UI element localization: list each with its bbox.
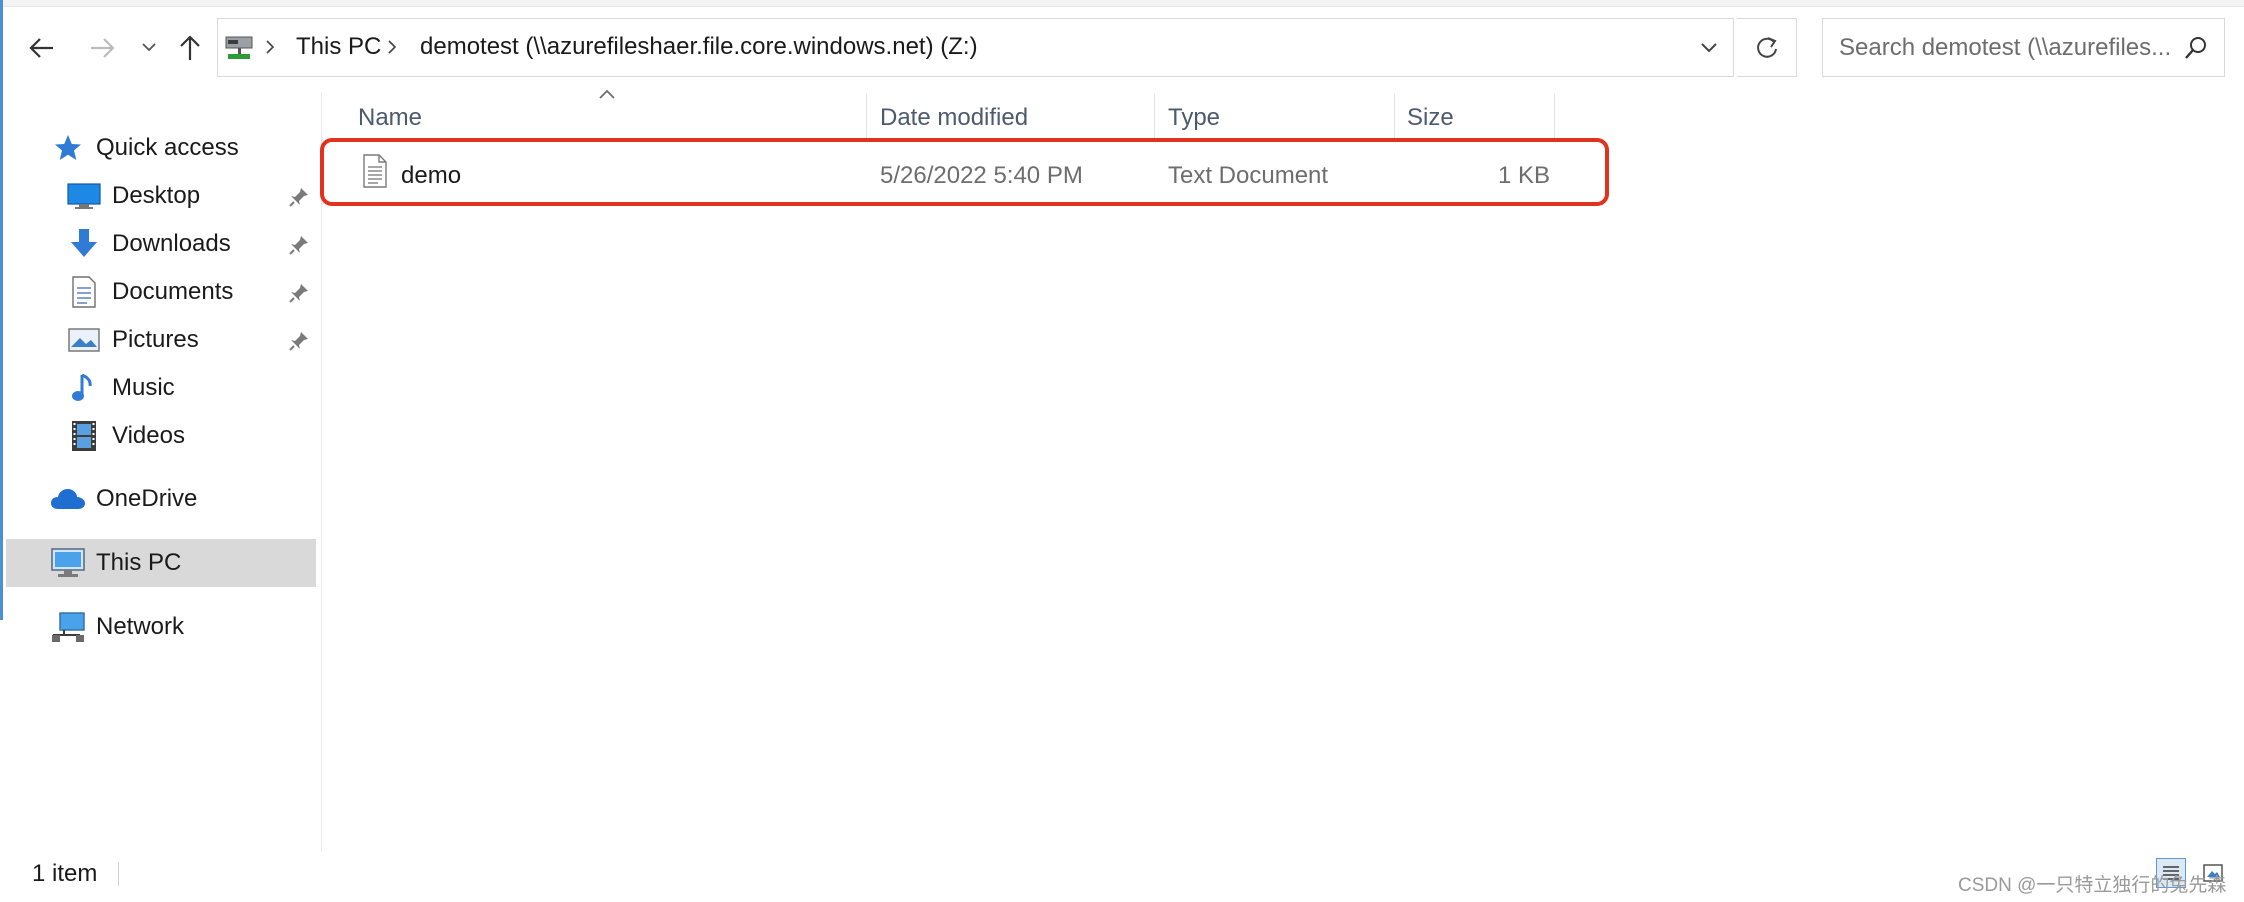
status-item-count: 1 item (32, 860, 98, 887)
nav-label-downloads: Downloads (112, 230, 231, 257)
window-top-edge (0, 0, 2244, 7)
nav-label-onedrive: OneDrive (96, 485, 198, 512)
search-icon[interactable] (2183, 35, 2209, 61)
nav-label-pictures: Pictures (112, 326, 199, 353)
refresh-icon (1756, 36, 1777, 58)
downloads-icon (66, 226, 102, 262)
recent-locations-button[interactable] (136, 34, 162, 60)
pictures-icon (66, 322, 102, 358)
nav-label-music: Music (112, 374, 175, 401)
nav-item-music[interactable]: Music (66, 370, 175, 406)
computer-icon (50, 545, 86, 581)
music-icon (66, 370, 102, 406)
forward-arrow-icon (91, 38, 115, 58)
window-left-accent (0, 0, 3, 620)
search-box[interactable]: Search demotest (\\azurefiles... (1822, 18, 2225, 77)
nav-item-desktop[interactable]: Desktop (66, 178, 200, 214)
documents-icon (66, 274, 102, 310)
breadcrumb-separator-icon (264, 38, 276, 56)
nav-item-pictures[interactable]: Pictures (66, 322, 199, 358)
search-input[interactable]: Search demotest (\\azurefiles... (1839, 34, 2171, 62)
column-divider[interactable] (866, 94, 867, 138)
network-icon (50, 609, 86, 645)
chevron-down-icon (1701, 43, 1717, 53)
back-button[interactable] (22, 28, 62, 68)
annotation-highlight-box (320, 138, 1609, 206)
nav-label-documents: Documents (112, 278, 234, 305)
up-arrow-icon (180, 35, 200, 60)
breadcrumb-demotest[interactable]: demotest (\\azurefileshaer.file.core.win… (420, 33, 978, 61)
column-header-date-modified[interactable]: Date modified (880, 104, 1028, 132)
column-divider[interactable] (1554, 94, 1555, 138)
nav-item-downloads[interactable]: Downloads (66, 226, 231, 262)
up-button[interactable] (170, 28, 210, 68)
nav-item-this-pc[interactable]: This PC (50, 545, 181, 581)
network-drive-icon (224, 34, 254, 62)
cloud-icon (50, 481, 86, 517)
nav-item-quick-access[interactable]: Quick access (50, 130, 239, 166)
nav-item-network[interactable]: Network (50, 609, 184, 645)
nav-label-this-pc: This PC (96, 549, 182, 576)
watermark-text: CSDN @一只特立独行的兔先森 (1958, 875, 2227, 896)
sort-ascending-icon (598, 88, 616, 100)
column-header-type[interactable]: Type (1168, 104, 1220, 132)
star-icon (50, 130, 86, 166)
nav-label-network: Network (96, 613, 185, 640)
nav-label-desktop: Desktop (112, 182, 201, 209)
pin-icon[interactable] (288, 282, 310, 304)
pane-divider[interactable] (321, 92, 322, 852)
pin-icon[interactable] (288, 234, 310, 256)
nav-label-videos: Videos (112, 422, 185, 449)
forward-button[interactable] (82, 28, 122, 68)
refresh-button[interactable] (1737, 18, 1797, 77)
chevron-down-icon (142, 43, 156, 52)
breadcrumb-separator-icon (386, 38, 398, 56)
videos-icon (66, 418, 102, 454)
column-divider[interactable] (1154, 94, 1155, 138)
address-history-dropdown[interactable] (1692, 30, 1726, 66)
column-divider[interactable] (1394, 94, 1395, 138)
back-arrow-icon (29, 38, 53, 58)
status-divider (118, 862, 119, 886)
nav-item-onedrive[interactable]: OneDrive (50, 481, 197, 517)
nav-item-videos[interactable]: Videos (66, 418, 185, 454)
column-header-size[interactable]: Size (1407, 104, 1454, 132)
nav-item-documents[interactable]: Documents (66, 274, 233, 310)
breadcrumb-this-pc[interactable]: This PC (296, 33, 381, 61)
pin-icon[interactable] (288, 186, 310, 208)
nav-label-quick-access: Quick access (96, 134, 239, 161)
desktop-icon (66, 178, 102, 214)
column-header-name[interactable]: Name (358, 104, 422, 132)
pin-icon[interactable] (288, 330, 310, 352)
